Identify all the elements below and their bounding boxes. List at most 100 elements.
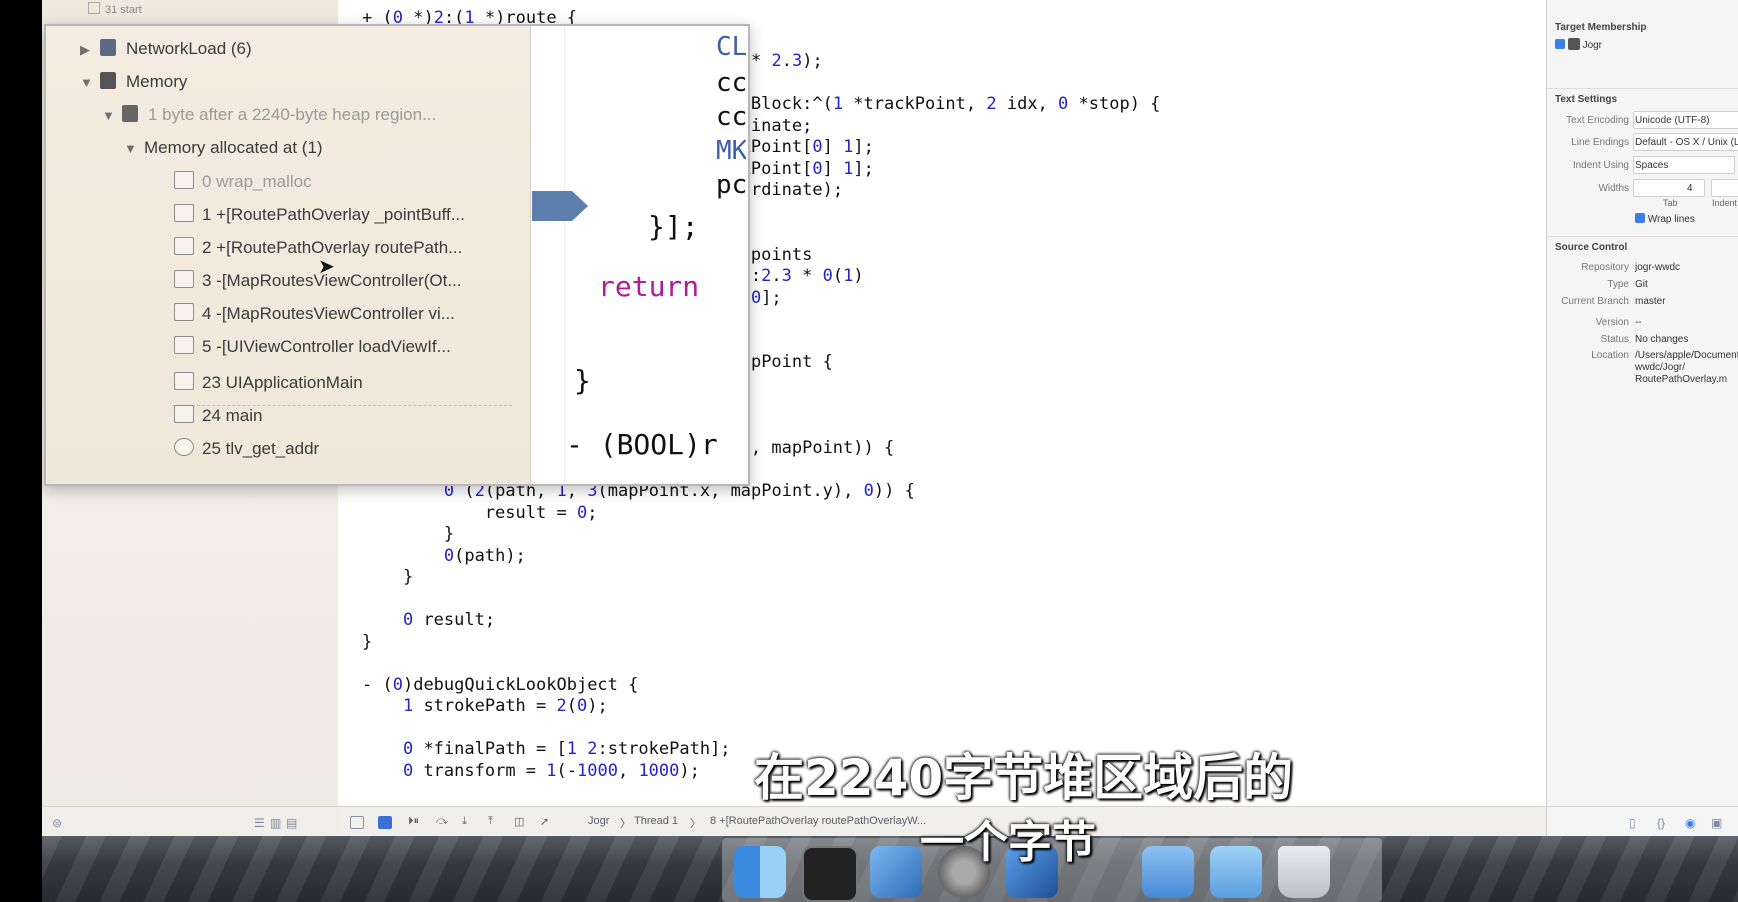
breakpoints-toggle-icon[interactable] (378, 816, 392, 829)
text-settings-title: Text Settings (1555, 94, 1618, 105)
thread-filter-icon[interactable]: ☰ (254, 816, 265, 830)
row-label: 25 tlv_get_addr (202, 439, 320, 458)
continue-icon[interactable]: ⏵⏸ (408, 815, 419, 828)
divider (1547, 236, 1738, 237)
indent-width-field[interactable] (1711, 179, 1738, 197)
code-line: } (443, 524, 455, 544)
issue-stack-list: ▶ NetworkLoad (6) ▼ Memory ▼ 1 byte after a… (46, 26, 531, 484)
widths-label: Widths (1598, 183, 1629, 194)
xcode-window: 31 start ⊜ ☰ ▥ ▤ + (0 *)2:(1 *)route { 0… (42, 0, 1738, 902)
line-endings-label: Line Endings (1571, 137, 1629, 148)
status-value: No changes (1635, 334, 1689, 345)
object-library-icon[interactable]: ◉ (1685, 816, 1695, 830)
code-line: } (402, 567, 414, 587)
nav-top-row[interactable]: 31 start (88, 2, 142, 16)
row-label: 4 -[MapRoutesViewController vi... (202, 304, 455, 323)
row-label: 5 -[UIViewController loadViewIf... (202, 337, 451, 356)
downloads-folder-icon[interactable] (1210, 846, 1262, 898)
zoom-fragment: pc (716, 170, 746, 200)
frame-row-1[interactable]: 1 +[RoutePathOverlay _pointBuff... (174, 204, 465, 234)
xcode-document-icon[interactable] (1142, 846, 1194, 898)
zoom-brace: } (574, 364, 591, 397)
tab-caption: Tab (1663, 198, 1678, 208)
code-line: 0(path); (443, 545, 526, 566)
filter-icon[interactable]: ⊜ (52, 816, 62, 830)
code-snippet-icon[interactable]: {} (1657, 816, 1665, 830)
view-debugger-icon[interactable]: ◫ (514, 815, 524, 828)
memory-icon (100, 72, 116, 89)
finder-icon[interactable] (734, 846, 786, 898)
current-branch-value: master (1635, 296, 1666, 307)
status-label: Status (1600, 334, 1629, 345)
frame-row-4[interactable]: 4 -[MapRoutesViewController vi... (174, 303, 455, 333)
code-line: 0 transform = 1(-1000, 1000); (402, 760, 700, 781)
hide-debug-area-icon[interactable] (350, 816, 364, 829)
row-label: Memory (126, 72, 188, 91)
disclosure-right-icon[interactable]: ▶ (80, 42, 94, 58)
tree-row-networkload[interactable]: ▶ NetworkLoad (6) (80, 39, 252, 69)
location-line-1: /Users/apple/Documents/jo (1635, 350, 1738, 361)
wrap-lines-label: Wrap lines (1647, 214, 1695, 225)
zoom-fragment: CL (716, 32, 746, 62)
frame-row-0[interactable]: 0 wrap_malloc (174, 171, 312, 201)
frame-row-24[interactable]: 24 main (174, 405, 262, 435)
row-label: NetworkLoad (6) (126, 39, 252, 58)
step-out-icon[interactable]: ⤒ (488, 815, 493, 828)
media-library-icon[interactable]: ▣ (1711, 816, 1722, 830)
jumpbar-project[interactable]: Jogr (588, 815, 609, 827)
location-label: Location (1591, 350, 1629, 361)
frame-row-23[interactable]: 23 UIApplicationMain (174, 372, 363, 402)
frame-row-5[interactable]: 5 -[UIViewController loadViewIf... (174, 336, 451, 366)
tab-width-field[interactable] (1633, 179, 1705, 197)
terminal-icon[interactable] (802, 846, 858, 902)
view-options-icon[interactable]: ▤ (286, 816, 297, 830)
tree-row-allocated-at[interactable]: ▼ Memory allocated at (1) (124, 138, 323, 168)
tree-row-heap-region[interactable]: ▼ 1 byte after a 2240-byte heap region... (102, 105, 436, 135)
jumpbar-thread[interactable]: Thread 1 (634, 815, 678, 827)
dock (42, 836, 1738, 902)
location-icon[interactable]: ➚ (540, 815, 549, 828)
frame-row-25[interactable]: 25 tlv_get_addr (174, 438, 319, 468)
stack-frame-icon (174, 336, 194, 354)
target-membership-title: Target Membership (1555, 22, 1647, 33)
stack-frame-icon (174, 270, 194, 288)
mouse-pointer-icon: ➤ (318, 256, 335, 278)
trash-icon[interactable] (1278, 846, 1330, 898)
frame-filter-icon[interactable]: ▥ (270, 816, 281, 830)
file-template-icon[interactable]: ▯ (1629, 816, 1636, 830)
indent-caption: Indent (1712, 198, 1738, 208)
memory-issue-popover: ▶ NetworkLoad (6) ▼ Memory ▼ 1 byte after a… (44, 24, 750, 486)
code-line: 1 strokePath = 2(0); (402, 696, 608, 716)
step-over-icon[interactable]: ⤼ (436, 815, 448, 828)
disclosure-down-icon[interactable]: ▼ (80, 75, 94, 90)
current-branch-label: Current Branch (1561, 296, 1629, 307)
stack-frame-icon (174, 303, 194, 321)
location-line-3: RoutePathOverlay.m (1635, 374, 1728, 385)
version-value: -- (1635, 317, 1642, 328)
zoomed-code-preview: CL cc cc MK pc }]; return } - (BOOL)r (532, 26, 746, 484)
row-label: 24 main (202, 406, 263, 425)
code-line: 0 *finalPath = [1 2:strokePath]; (402, 739, 731, 759)
checkbox-icon (1635, 213, 1645, 223)
repository-value: jogr-wwdc (1635, 262, 1681, 273)
stack-frame-icon (174, 237, 194, 255)
code-line: result = 0; (362, 502, 598, 523)
xcode-icon[interactable] (870, 846, 922, 898)
wrap-lines-checkbox[interactable]: Wrap lines (1635, 213, 1695, 225)
disclosure-down-icon[interactable]: ▼ (102, 108, 116, 123)
target-checkbox[interactable] (1555, 39, 1565, 49)
zoom-fragment: MK (716, 136, 746, 166)
row-label: 0 wrap_malloc (202, 172, 312, 191)
jumpbar-frame[interactable]: 8 +[RoutePathOverlay routePathOverlayW..… (710, 815, 926, 827)
step-into-icon[interactable]: ⤓ (462, 815, 467, 828)
issue-icon (122, 105, 138, 122)
source-control-title: Source Control (1555, 242, 1628, 253)
row-label: 23 UIApplicationMain (202, 373, 363, 392)
stack-frame-icon (174, 405, 194, 423)
disclosure-down-icon[interactable]: ▼ (124, 141, 138, 156)
zoom-return-keyword: return (598, 270, 700, 303)
target-row[interactable]: Jogr (1555, 38, 1602, 51)
type-value: Git (1635, 279, 1648, 290)
code-line: 0 result; (402, 610, 496, 630)
tree-row-memory[interactable]: ▼ Memory (80, 72, 187, 102)
